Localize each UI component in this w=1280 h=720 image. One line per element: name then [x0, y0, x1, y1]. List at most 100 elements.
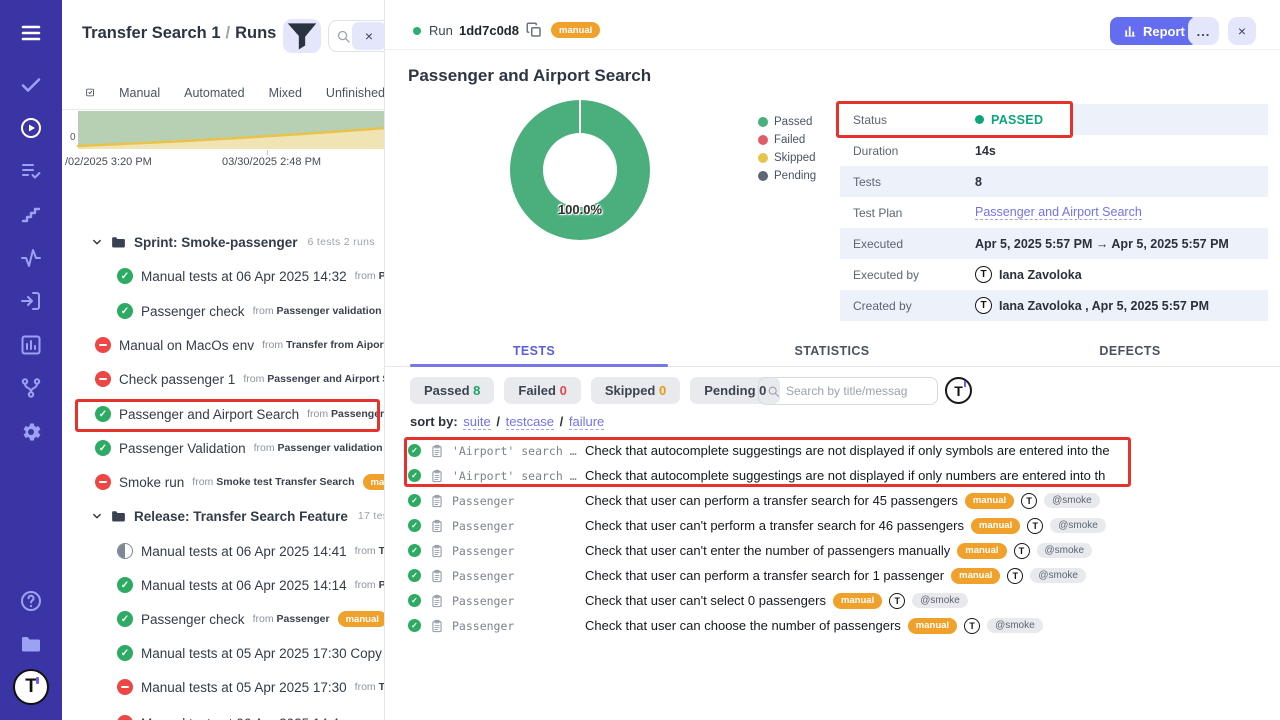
assignee-avatar[interactable]: T [964, 618, 980, 634]
sidebar-steps-icon[interactable] [19, 203, 43, 227]
folder-icon [110, 234, 127, 251]
stat-value: Apr 5, 2025 5:57 PM → Apr 5, 2025 5:57 P… [975, 237, 1229, 251]
assignee-avatar[interactable]: T [1014, 543, 1030, 559]
assignee-avatar[interactable]: T [1027, 518, 1043, 534]
runs-tab-manual[interactable]: Manual [119, 86, 160, 100]
sidebar-menu-icon[interactable] [19, 21, 43, 45]
tree-run-item[interactable]: Manual tests at 06 Apr 2025 14:32from Pa… [62, 261, 385, 291]
test-tag-smoke[interactable]: @smoke [1044, 493, 1100, 508]
test-passed-icon [408, 619, 421, 632]
sidebar-list-check-icon[interactable] [19, 159, 43, 183]
chip-failed[interactable]: Failed 0 [504, 377, 580, 404]
test-title: Check that user can't perform a transfer… [585, 518, 1270, 534]
tree-run-item[interactable]: Passenger checkfrom Passengermanual6 [62, 604, 385, 634]
chevron-down-icon[interactable] [90, 509, 104, 523]
sort-separator: / [493, 414, 504, 429]
sort-link-suite[interactable]: suite [463, 414, 490, 430]
test-row[interactable]: PassengerCheck that user can choose the … [385, 613, 1280, 638]
test-tag-smoke[interactable]: @smoke [912, 593, 968, 608]
sidebar-help-icon[interactable] [19, 589, 43, 613]
test-tag-smoke[interactable]: @smoke [987, 618, 1043, 633]
test-row[interactable]: PassengerCheck that user can't perform a… [385, 513, 1280, 538]
more-actions-button[interactable]: ... [1188, 17, 1219, 45]
close-run-button[interactable]: × [1228, 17, 1256, 45]
test-tag-smoke[interactable]: @smoke [1037, 543, 1093, 558]
user-filter-avatar[interactable]: T [945, 377, 972, 404]
tab-tests[interactable]: TESTS [385, 338, 683, 366]
test-tag-smoke[interactable]: @smoke [1050, 518, 1106, 533]
tree-folder-item[interactable]: Sprint: Smoke-passenger6 tests 2 runs [62, 227, 385, 257]
sort-link-failure[interactable]: failure [569, 414, 604, 430]
chip-passed[interactable]: Passed 8 [410, 377, 494, 404]
test-row[interactable]: PassengerCheck that user can't enter the… [385, 538, 1280, 563]
tests-search-input[interactable] [786, 379, 934, 403]
runs-tab-automated[interactable]: Automated [184, 86, 244, 100]
testplan-link[interactable]: Passenger and Airport Search [975, 205, 1142, 220]
folder-icon [110, 508, 127, 525]
tree-run-item[interactable]: Smoke runfrom Smoke test Transfer Search… [62, 467, 385, 497]
donut-percent-label: 100.0% [510, 202, 650, 217]
sidebar-settings-icon[interactable] [19, 420, 43, 444]
tree-run-item[interactable]: Manual tests at 06 Apr 2025 14:4 [62, 708, 385, 720]
tree-run-item[interactable]: Manual tests at 05 Apr 2025 17:30from Tr… [62, 672, 385, 702]
test-row[interactable]: PassengerCheck that user can perform a t… [385, 488, 1280, 513]
copy-icon[interactable] [525, 21, 543, 39]
filter-button[interactable] [283, 19, 321, 53]
sidebar-play-circle-icon[interactable] [19, 116, 43, 140]
runs-history-chart [62, 111, 385, 150]
sidebar-projects-icon[interactable] [19, 632, 43, 656]
sidebar-activity-icon[interactable] [19, 246, 43, 270]
details-tabs: TESTSSTATISTICSDEFECTS [385, 338, 1280, 367]
test-suite-name: Passenger [452, 544, 578, 558]
sidebar-import-icon[interactable] [19, 289, 43, 313]
assignee-avatar[interactable]: T [889, 593, 905, 609]
tab-statistics[interactable]: STATISTICS [683, 338, 981, 366]
runs-tab-mixed[interactable]: Mixed [269, 86, 302, 100]
tree-run-item[interactable]: Manual tests at 05 Apr 2025 17:30 Copyfr… [62, 638, 385, 668]
run-title: Manual tests at 05 Apr 2025 17:30 [141, 680, 347, 695]
legend-dot [758, 171, 768, 181]
batch-select-icon[interactable] [85, 84, 95, 101]
tab-defects[interactable]: DEFECTS [981, 338, 1279, 366]
test-row[interactable]: PassengerCheck that user can perform a t… [385, 563, 1280, 588]
tree-run-item[interactable]: Manual tests at 06 Apr 2025 14:14from Pa… [62, 570, 385, 600]
testcase-icon [430, 619, 444, 633]
assignee-avatar[interactable]: T [1007, 568, 1023, 584]
stat-label: Tests [840, 175, 975, 189]
tree-run-item[interactable]: Passenger Validationfrom Passenger valid… [62, 433, 385, 463]
run-from-suite: from Passenger validation [254, 442, 383, 454]
test-tag-smoke[interactable]: @smoke [1030, 568, 1086, 583]
test-suite-name: 'Airport' search … [452, 444, 578, 458]
runs-tab-unfinished[interactable]: Unfinished [326, 86, 385, 100]
tree-run-item[interactable]: Manual tests at 06 Apr 2025 14:41from Tr… [62, 536, 385, 566]
test-row[interactable]: PassengerCheck that user can't select 0 … [385, 588, 1280, 613]
tree-run-item[interactable]: Check passenger 1from Passenger and Airp… [62, 364, 385, 394]
tree-run-item[interactable]: Passenger checkfrom Passenger validation… [62, 296, 385, 326]
test-passed-icon [408, 594, 421, 607]
tree-run-item[interactable]: Manual on MacOs envfrom Transfer from Ai… [62, 330, 385, 360]
assignee-avatar[interactable]: T [1021, 493, 1037, 509]
testcase-icon [430, 594, 444, 608]
sidebar-check-icon[interactable] [19, 73, 43, 97]
tree-folder-item[interactable]: Release: Transfer Search Feature17 tests… [62, 501, 385, 531]
sidebar-branch-icon[interactable] [19, 376, 43, 400]
chevron-down-icon[interactable] [90, 235, 104, 249]
clear-search-button[interactable]: × [352, 22, 385, 50]
run-from-suite: from Pass [355, 270, 385, 282]
test-row[interactable]: 'Airport' search …Check that autocomplet… [385, 463, 1280, 488]
run-from-suite: from Pass [355, 579, 385, 591]
app-logo[interactable]: T [13, 669, 49, 705]
active-tab-underline [410, 364, 668, 367]
sort-link-testcase[interactable]: testcase [506, 414, 554, 430]
sidebar-analytics-icon[interactable] [19, 333, 43, 357]
stat-row: ExecutedApr 5, 2025 5:57 PM → Apr 5, 202… [840, 228, 1268, 259]
test-passed-icon [408, 544, 421, 557]
breadcrumb-project[interactable]: Transfer Search 1 [82, 24, 221, 42]
run-status-passed-icon [117, 303, 133, 319]
tree-run-item[interactable]: Passenger and Airport Searchfrom Passeng… [62, 399, 385, 429]
page-title: Passenger and Airport Search [408, 66, 651, 86]
chip-skipped[interactable]: Skipped 0 [591, 377, 680, 404]
report-button[interactable]: Report [1110, 17, 1198, 45]
stat-row: Duration14s [840, 135, 1268, 166]
test-row[interactable]: 'Airport' search …Check that autocomplet… [385, 438, 1280, 463]
